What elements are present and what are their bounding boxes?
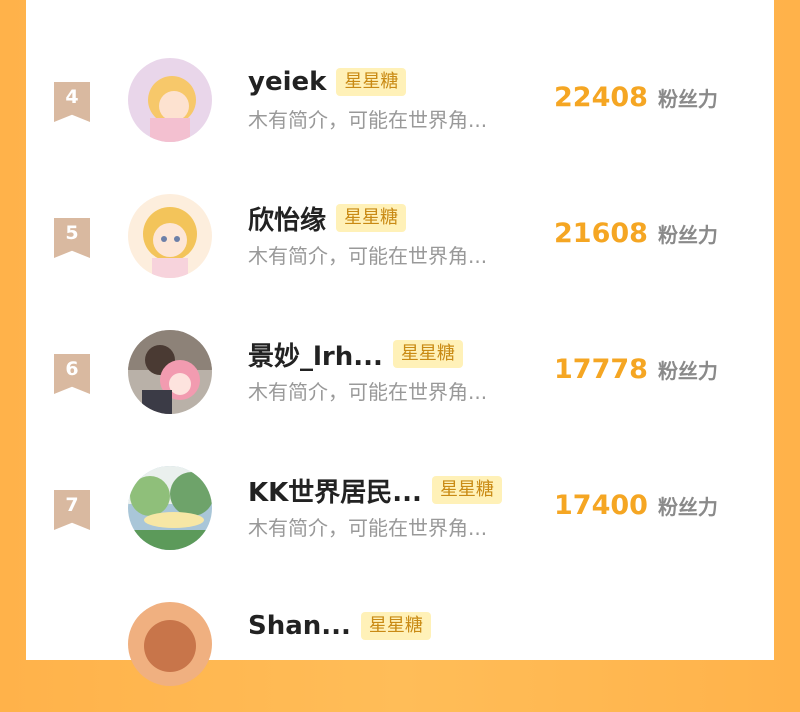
ranking-row[interactable]: 7 KK世界居民... 星星糖 木有简介，可能在世界角... 17400 粉丝力 [26, 466, 774, 576]
user-bio: 木有简介，可能在世界角... [248, 108, 488, 132]
level-badge: 星星糖 [336, 68, 407, 96]
level-badge: 星星糖 [431, 476, 502, 504]
name-line: 景妙_lrh... 星星糖 [248, 336, 463, 372]
fans-count: 17400 [554, 490, 648, 521]
fans-label: 粉丝力 [657, 495, 718, 519]
avatar-image [128, 194, 212, 278]
avatar[interactable] [128, 194, 212, 278]
avatar-image [128, 466, 212, 550]
avatar-image [128, 58, 212, 142]
rank-ribbon: 7 [54, 490, 90, 530]
fans-label: 粉丝力 [657, 359, 718, 383]
user-name[interactable]: 景妙_lrh... [248, 336, 383, 373]
user-name[interactable]: KK世界居民... [248, 472, 422, 509]
ranking-row[interactable]: 4 yeiek 星星糖 木有简介，可能在世界角... 22408 粉丝力 [26, 58, 774, 168]
level-badge: 星星糖 [336, 204, 407, 232]
fans-stat: 21608 粉丝力 [554, 218, 718, 249]
fans-count: 17778 [554, 354, 648, 385]
user-name[interactable]: 欣怡缘 [248, 200, 326, 237]
user-name[interactable]: Shan... [248, 611, 351, 641]
avatar[interactable] [128, 58, 212, 142]
avatar-image [128, 602, 212, 686]
avatar-image [128, 330, 212, 414]
ranking-row[interactable]: 6 景妙_lrh... 星星糖 木有简介，可能在世界角... 17778 粉丝力 [26, 330, 774, 440]
name-line: Shan... 星星糖 [248, 608, 431, 644]
fans-count: 22408 [554, 82, 648, 113]
fans-stat: 17400 粉丝力 [554, 490, 718, 521]
rank-ribbon: 6 [54, 354, 90, 394]
level-badge: 星星糖 [360, 612, 431, 640]
level-badge: 星星糖 [392, 340, 463, 368]
fans-stat: 17778 粉丝力 [554, 354, 718, 385]
user-name[interactable]: yeiek [248, 67, 326, 97]
name-line: yeiek 星星糖 [248, 64, 407, 100]
ranking-row[interactable]: Shan... 星星糖 [26, 602, 774, 712]
avatar[interactable] [128, 602, 212, 686]
ranking-row[interactable]: 5 欣怡缘 星星糖 木有简介，可能在世界角... 21608 粉丝力 [26, 194, 774, 304]
name-line: KK世界居民... 星星糖 [248, 472, 502, 508]
fans-label: 粉丝力 [657, 223, 718, 247]
fans-label: 粉丝力 [657, 87, 718, 111]
avatar[interactable] [128, 330, 212, 414]
user-bio: 木有简介，可能在世界角... [248, 380, 488, 404]
user-bio: 木有简介，可能在世界角... [248, 244, 488, 268]
rank-ribbon: 4 [54, 82, 90, 122]
name-line: 欣怡缘 星星糖 [248, 200, 407, 237]
user-bio: 木有简介，可能在世界角... [248, 516, 488, 540]
fans-stat: 22408 粉丝力 [554, 82, 718, 113]
rank-ribbon: 5 [54, 218, 90, 258]
fans-count: 21608 [554, 218, 648, 249]
avatar[interactable] [128, 466, 212, 550]
ranking-card: 4 yeiek 星星糖 木有简介，可能在世界角... 22408 粉丝力 5 欣… [26, 0, 774, 686]
